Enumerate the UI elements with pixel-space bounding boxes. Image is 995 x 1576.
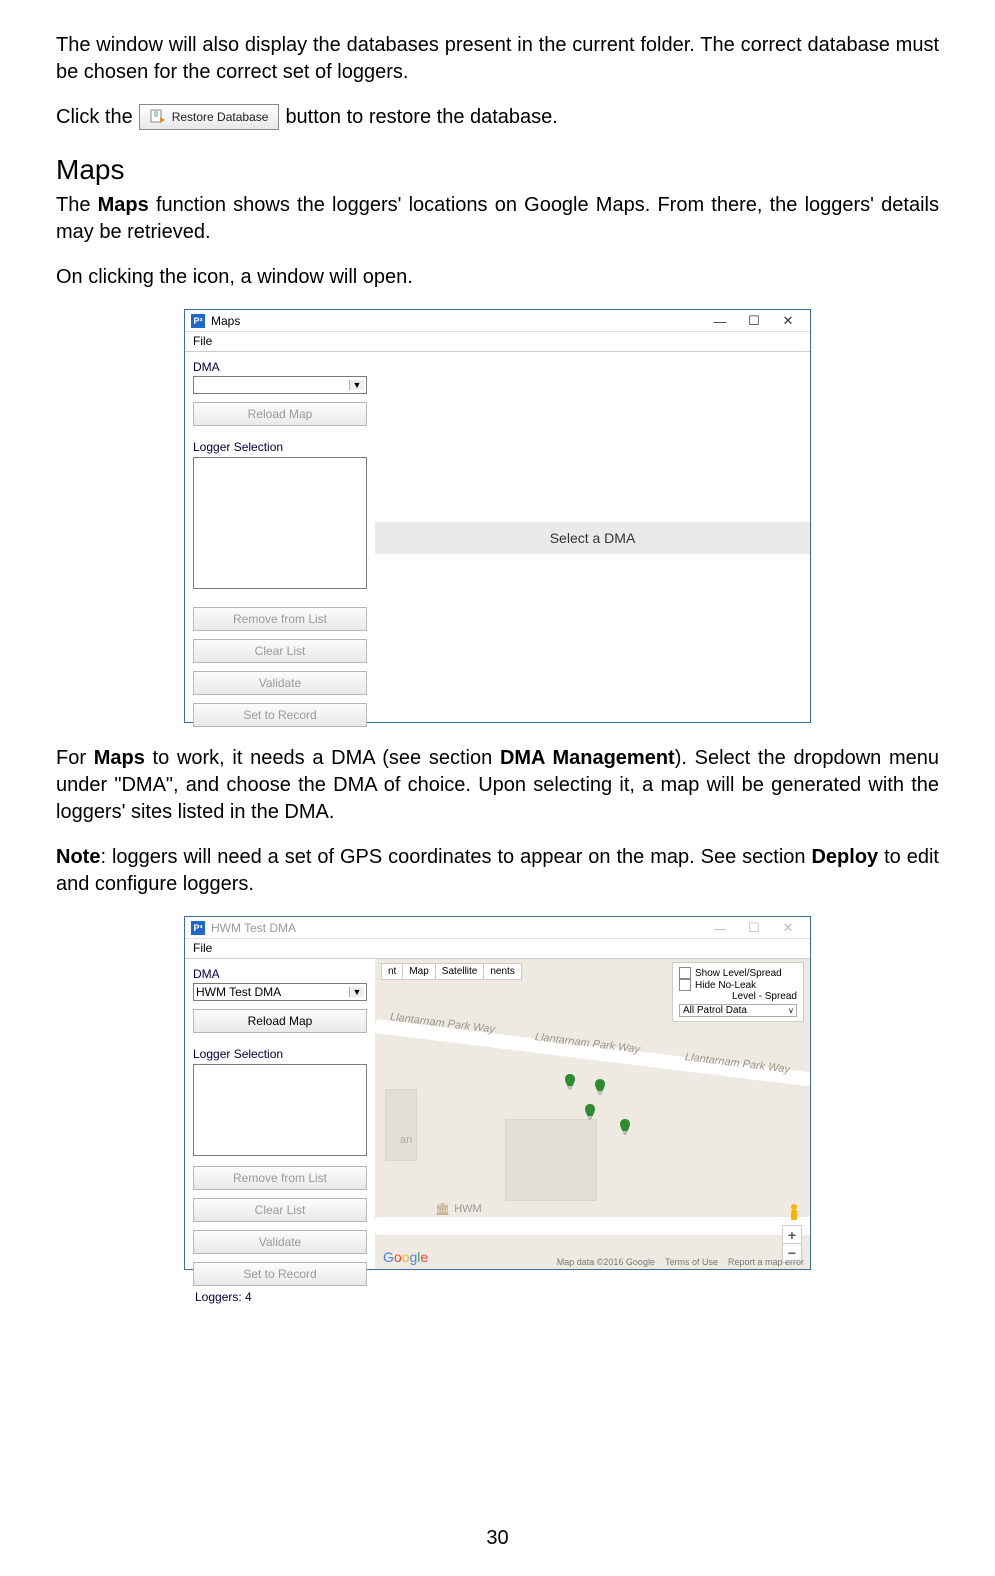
- reload-map-button[interactable]: Reload Map: [193, 1009, 367, 1033]
- titlebar: P³ HWM Test DMA — ☐ ✕: [185, 917, 810, 939]
- minimize-button[interactable]: —: [706, 314, 734, 329]
- sidebar: DMA ▼ Reload Map Logger Selection Remove…: [185, 352, 375, 722]
- window-title: Maps: [211, 314, 240, 328]
- clear-list-button[interactable]: Clear List: [193, 1198, 367, 1222]
- map-tab-extra[interactable]: nents: [484, 964, 520, 979]
- file-menu[interactable]: File: [193, 941, 212, 955]
- set-to-record-button[interactable]: Set to Record: [193, 1262, 367, 1286]
- show-level-label: Show Level/Spread: [695, 968, 782, 979]
- loggers-count-status: Loggers: 4: [193, 1286, 367, 1306]
- window-title: HWM Test DMA: [211, 921, 296, 935]
- clear-list-button[interactable]: Clear List: [193, 639, 367, 663]
- restore-database-icon: [150, 109, 166, 125]
- satellite-tab[interactable]: Satellite: [436, 964, 485, 979]
- road-shape: [375, 1217, 810, 1235]
- building-shape: [385, 1089, 417, 1161]
- restore-database-button[interactable]: Restore Database: [139, 104, 280, 130]
- map-canvas[interactable]: Llantarnam Park Way Llantarnam Park Way …: [375, 959, 810, 1269]
- map-marker[interactable]: [595, 1079, 605, 1095]
- hide-noleak-label: Hide No-Leak: [695, 980, 756, 991]
- logger-selection-label: Logger Selection: [193, 440, 367, 454]
- chevron-down-icon: ▼: [349, 987, 364, 997]
- maps-window-empty: P³ Maps — ☐ ✕ File DMA ▼ Reload Map Logg…: [184, 309, 811, 723]
- on-click-paragraph: On clicking the icon, a window will open…: [56, 264, 939, 291]
- logger-selection-list[interactable]: [193, 457, 367, 589]
- patrol-data-select[interactable]: All Patrol Data v: [679, 1004, 797, 1017]
- app-icon: P³: [191, 921, 205, 935]
- hide-noleak-checkbox[interactable]: [679, 979, 691, 991]
- map-options-panel: Show Level/Spread Hide No-Leak Level - S…: [672, 962, 804, 1022]
- map-marker[interactable]: [585, 1104, 595, 1120]
- maps-intro-paragraph: The Maps function shows the loggers' loc…: [56, 192, 939, 246]
- minimize-button[interactable]: —: [706, 921, 734, 936]
- app-icon: P³: [191, 314, 205, 328]
- building-shape: [505, 1119, 597, 1201]
- map-marker[interactable]: [620, 1119, 630, 1135]
- maps-heading: Maps: [56, 154, 939, 186]
- dma-label: DMA: [193, 967, 367, 981]
- map-type-tabs[interactable]: nt Map Satellite nents: [381, 963, 522, 980]
- pegman-icon[interactable]: [786, 1203, 802, 1223]
- restore-tail-text: button to restore the database.: [285, 106, 557, 129]
- map-attribution: Map data ©2016 Google Terms of Use Repor…: [557, 1257, 804, 1267]
- map-area[interactable]: Llantarnam Park Way Llantarnam Park Way …: [375, 959, 810, 1269]
- paragraph-db-present: The window will also display the databas…: [56, 32, 939, 86]
- page-number: 30: [0, 1527, 995, 1550]
- logger-selection-label: Logger Selection: [193, 1047, 367, 1061]
- dma-dropdown-value: HWM Test DMA: [196, 985, 281, 999]
- click-restore-row: Click the Restore Database button to res…: [56, 104, 939, 130]
- menu-bar: File: [185, 332, 810, 352]
- chevron-down-icon: v: [789, 1006, 793, 1015]
- terms-link[interactable]: Terms of Use: [665, 1257, 718, 1267]
- level-spread-label: Level - Spread: [732, 991, 797, 1002]
- titlebar: P³ Maps — ☐ ✕: [185, 310, 810, 332]
- google-logo: Google: [383, 1249, 428, 1265]
- file-menu[interactable]: File: [193, 334, 212, 348]
- note-paragraph: Note: loggers will need a set of GPS coo…: [56, 844, 939, 898]
- dma-dropdown[interactable]: HWM Test DMA ▼: [193, 983, 367, 1001]
- remove-from-list-button[interactable]: Remove from List: [193, 607, 367, 631]
- dma-needed-paragraph: For Maps to work, it needs a DMA (see se…: [56, 745, 939, 826]
- map-tab[interactable]: nt: [382, 964, 403, 979]
- show-level-checkbox[interactable]: [679, 967, 691, 979]
- menu-bar: File: [185, 939, 810, 959]
- maximize-button[interactable]: ☐: [740, 313, 768, 329]
- set-to-record-button[interactable]: Set to Record: [193, 703, 367, 727]
- remove-from-list-button[interactable]: Remove from List: [193, 1166, 367, 1190]
- validate-button[interactable]: Validate: [193, 671, 367, 695]
- dma-label: DMA: [193, 360, 367, 374]
- close-button[interactable]: ✕: [774, 920, 802, 936]
- select-dma-message: Select a DMA: [375, 522, 810, 554]
- close-button[interactable]: ✕: [774, 313, 802, 329]
- hwm-poi-label: HWM: [454, 1203, 482, 1215]
- map-text-fragment: an: [400, 1134, 412, 1146]
- logger-selection-list[interactable]: [193, 1064, 367, 1156]
- report-error-link[interactable]: Report a map error: [728, 1257, 804, 1267]
- map-tab-label[interactable]: Map: [403, 964, 435, 979]
- zoom-in-button[interactable]: +: [782, 1225, 802, 1245]
- dma-dropdown[interactable]: ▼: [193, 376, 367, 394]
- reload-map-button[interactable]: Reload Map: [193, 402, 367, 426]
- map-area-empty: Select a DMA: [375, 352, 810, 722]
- map-data-text: Map data ©2016 Google: [557, 1257, 655, 1267]
- restore-database-label: Restore Database: [172, 110, 269, 124]
- chevron-down-icon: ▼: [349, 380, 364, 390]
- hwm-poi[interactable]: 🏛 HWM: [435, 1202, 482, 1216]
- patrol-data-value: All Patrol Data: [683, 1005, 747, 1016]
- map-marker[interactable]: [565, 1074, 575, 1090]
- click-the-text: Click the: [56, 106, 133, 129]
- validate-button[interactable]: Validate: [193, 1230, 367, 1254]
- maps-window-loaded: P³ HWM Test DMA — ☐ ✕ File DMA HWM Test …: [184, 916, 811, 1270]
- sidebar: DMA HWM Test DMA ▼ Reload Map Logger Sel…: [185, 959, 375, 1269]
- building-icon: 🏛: [435, 1202, 450, 1216]
- maximize-button[interactable]: ☐: [740, 920, 768, 936]
